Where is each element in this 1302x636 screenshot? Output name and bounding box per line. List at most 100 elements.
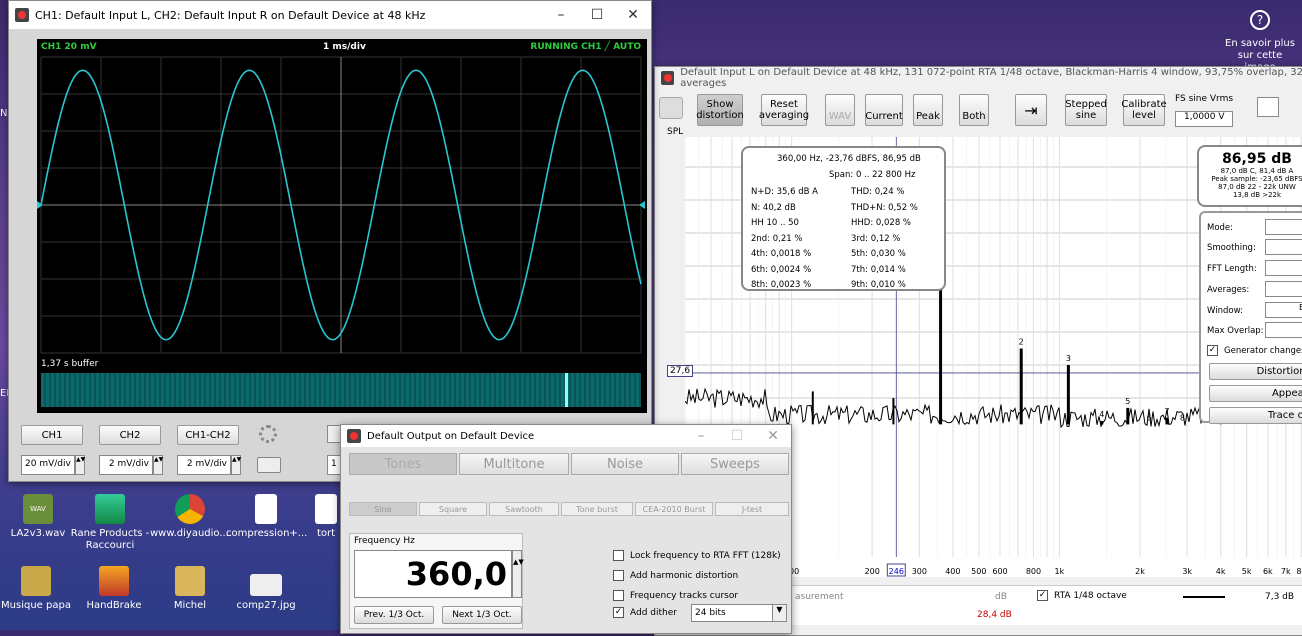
distortion-settings-button[interactable]: Distortion s bbox=[1209, 363, 1302, 380]
fft-length-select[interactable] bbox=[1265, 260, 1302, 276]
subtab-j-test[interactable]: J-test bbox=[715, 502, 789, 516]
ch1-ch2-button[interactable]: CH1-CH2 bbox=[177, 425, 239, 445]
export-icon[interactable]: ⇥ bbox=[1015, 94, 1047, 126]
add-dither-checkbox[interactable]: ✓ Add dither bbox=[613, 607, 677, 618]
ch2-button[interactable]: CH2 bbox=[99, 425, 161, 445]
smoothing-select[interactable] bbox=[1265, 239, 1302, 255]
info-header: 360,00 Hz, -23,76 dBFS, 86,95 dB bbox=[777, 154, 921, 164]
ch2-volts-input[interactable]: 2 mV/div bbox=[99, 455, 153, 475]
spinner-icon[interactable]: ▲▼ bbox=[75, 455, 85, 475]
minimize-icon[interactable]: – bbox=[683, 428, 719, 444]
ch1-volts-input[interactable]: 20 mV/div bbox=[21, 455, 75, 475]
minimize-icon[interactable]: – bbox=[543, 7, 579, 23]
frequency-tracks-cursor-checkbox[interactable]: Frequency tracks cursor bbox=[613, 590, 738, 601]
lock-frequency-checkbox[interactable]: Lock frequency to RTA FFT (128k) bbox=[613, 550, 781, 561]
rta-trace-checkbox[interactable]: ✓ RTA 1/48 octave bbox=[1037, 590, 1127, 601]
buffer-overview[interactable] bbox=[41, 373, 641, 407]
info-cell: 4th: 0,0018 % bbox=[751, 249, 812, 259]
legend-measurement: asurement bbox=[795, 592, 844, 602]
next-third-octave-button[interactable]: Next 1/3 Oct. bbox=[442, 606, 522, 624]
maximize-icon[interactable]: ☐ bbox=[579, 7, 615, 23]
fs-vrms-input[interactable]: 1,0000 V bbox=[1175, 111, 1233, 127]
harmonic-distortion-checkbox[interactable]: Add harmonic distortion bbox=[613, 570, 738, 581]
scope-screen[interactable]: CH1 20 mV 1 ms/div RUNNING CH1 ╱ AUTO 1,… bbox=[37, 39, 647, 413]
rta-title: Default Input L on Default Device at 48 … bbox=[680, 67, 1302, 89]
subtab-square[interactable]: Square bbox=[419, 502, 487, 516]
wav-button[interactable]: WAV bbox=[825, 94, 855, 126]
app-icon bbox=[15, 8, 29, 22]
reset-averaging-button[interactable]: Reset averaging bbox=[759, 94, 809, 126]
desktop-icon-michel[interactable]: Michel bbox=[150, 566, 230, 612]
keyboard-icon[interactable] bbox=[1257, 97, 1279, 117]
generator-titlebar[interactable]: Default Output on Default Device – ☐ ✕ bbox=[341, 425, 791, 447]
help-icon[interactable]: ? bbox=[1250, 10, 1270, 30]
smoothing-label: Smoothing: bbox=[1207, 243, 1256, 253]
frequency-spinner-icon[interactable]: ▲▼ bbox=[512, 550, 524, 598]
averages-select[interactable] bbox=[1265, 281, 1302, 297]
desktop-icon-label: Musique papa bbox=[1, 600, 71, 611]
subtab-sine[interactable]: Sine bbox=[349, 502, 417, 516]
subtab-sawtooth[interactable]: Sawtooth bbox=[489, 502, 559, 516]
desktop-icon-label: LA2v3.wav bbox=[10, 528, 66, 539]
maximize-icon[interactable]: ☐ bbox=[719, 428, 755, 444]
overlap-select[interactable] bbox=[1265, 322, 1302, 338]
dither-select[interactable]: 24 bits ▼ bbox=[691, 604, 787, 622]
appearance-button[interactable]: Appeara bbox=[1209, 385, 1302, 402]
stepped-sine-button[interactable]: Stepped sine bbox=[1065, 94, 1107, 126]
info-cell: 9th: 0,010 % bbox=[851, 280, 906, 290]
peak-label: 6 bbox=[1146, 413, 1151, 422]
camera-icon[interactable] bbox=[257, 457, 281, 473]
ch1-button[interactable]: CH1 bbox=[21, 425, 83, 445]
handbrake-icon bbox=[99, 566, 129, 596]
gear-icon[interactable] bbox=[259, 425, 277, 443]
peak-button[interactable]: Peak bbox=[913, 94, 943, 126]
x-tick-label: 5k bbox=[1242, 567, 1252, 576]
tab-multitone[interactable]: Multitone bbox=[459, 453, 569, 475]
spinner-icon[interactable]: ▲▼ bbox=[153, 455, 163, 475]
rta-titlebar[interactable]: Default Input L on Default Device at 48 … bbox=[655, 67, 1302, 89]
info-cell: HHD: 0,028 % bbox=[851, 218, 912, 228]
current-button[interactable]: Current bbox=[865, 94, 903, 126]
mode-select[interactable]: RT bbox=[1265, 219, 1302, 235]
desktop-icon-diyaudio[interactable]: www.diyaudio.... bbox=[150, 494, 232, 540]
frequency-input[interactable]: 360,0 bbox=[354, 550, 512, 598]
folder-icon bbox=[175, 566, 205, 596]
generator-changes-checkbox[interactable]: ✓ Generator changes bbox=[1207, 345, 1302, 356]
x-tick-label: 4k bbox=[1216, 567, 1226, 576]
info-cell: 7th: 0,014 % bbox=[851, 264, 906, 275]
info-cell: THD: 0,24 % bbox=[851, 187, 905, 197]
subtab-tone-burst[interactable]: Tone burst bbox=[561, 502, 633, 516]
tab-sweeps[interactable]: Sweeps bbox=[681, 453, 789, 475]
prev-third-octave-button[interactable]: Prev. 1/3 Oct. bbox=[354, 606, 434, 624]
camera-icon[interactable] bbox=[659, 97, 683, 119]
desktop-icon-la2v3[interactable]: WAV LA2v3.wav bbox=[0, 494, 78, 540]
info-cell: 3rd: 0,12 % bbox=[851, 233, 901, 244]
close-icon[interactable]: ✕ bbox=[755, 428, 791, 444]
desktop-icon-comp27[interactable]: comp27.jpg bbox=[226, 566, 306, 612]
show-distortion-button[interactable]: Show distortion bbox=[696, 94, 744, 126]
desktop-icon-musique[interactable]: Musique papa bbox=[0, 566, 76, 612]
calibrate-level-button[interactable]: Calibrate level bbox=[1121, 94, 1167, 126]
legend-line bbox=[1183, 596, 1225, 598]
desktop-icon-rane[interactable]: Rane Products - Raccourci bbox=[70, 494, 150, 552]
mode-label: Mode: bbox=[1207, 223, 1234, 233]
both-button[interactable]: Both bbox=[959, 94, 989, 126]
info-cell: 6th: 0,0024 % bbox=[751, 264, 812, 275]
option-label: Lock frequency to RTA FFT (128k) bbox=[630, 551, 781, 561]
desktop-icon-handbrake[interactable]: HandBrake bbox=[74, 566, 154, 612]
tab-tones[interactable]: Tones bbox=[349, 453, 457, 475]
desktop-icon-compression[interactable]: compression+... bbox=[226, 494, 307, 540]
subtab-cea-burst[interactable]: CEA-2010 Burst bbox=[635, 502, 713, 516]
peak-label: 2 bbox=[1019, 338, 1024, 347]
averages-label: Averages: bbox=[1207, 285, 1250, 295]
scope-titlebar[interactable]: CH1: Default Input L, CH2: Default Input… bbox=[9, 1, 651, 29]
buffer-position-marker[interactable] bbox=[565, 373, 568, 407]
spinner-icon[interactable]: ▲▼ bbox=[231, 455, 241, 475]
diff-volts-input[interactable]: 2 mV/div bbox=[177, 455, 231, 475]
wav-file-icon: WAV bbox=[23, 494, 53, 524]
trace-options-button[interactable]: Trace opt bbox=[1209, 407, 1302, 424]
window-select[interactable]: Blac bbox=[1265, 302, 1302, 318]
generator-window: Default Output on Default Device – ☐ ✕ T… bbox=[340, 424, 792, 634]
close-icon[interactable]: ✕ bbox=[615, 7, 651, 23]
tab-noise[interactable]: Noise bbox=[571, 453, 679, 475]
